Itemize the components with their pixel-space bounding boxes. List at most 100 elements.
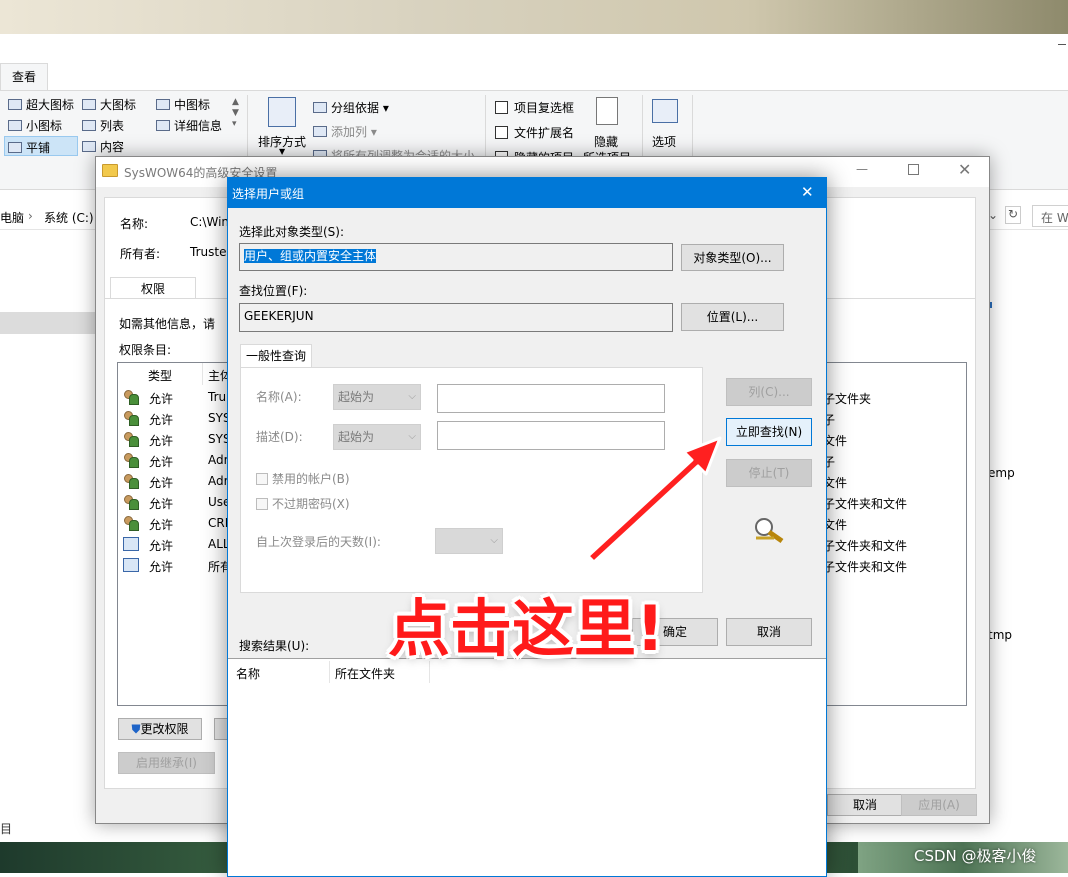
large-icons-icon [82,99,96,110]
checkbox-icon [256,473,268,485]
entries-label: 权限条目: [119,343,172,357]
description-label: 描述(D): [256,430,303,444]
search-results-list[interactable]: 名称 所在文件夹 [228,658,826,876]
row-type: 允许 [149,560,174,574]
sort-by-arrow-icon: ▼ [279,147,286,156]
stop-button[interactable]: 停止(T) [726,459,812,487]
results-col-name[interactable]: 名称 [236,665,260,682]
breadcrumb-pc[interactable]: 电脑 [0,209,24,226]
close-icon[interactable]: ✕ [801,183,814,201]
columns-button[interactable]: 列(C)... [726,378,812,406]
layout-details[interactable]: 详细信息 [156,117,222,134]
add-columns-button[interactable]: 添加列 ▾ [313,123,377,140]
object-type-label: 选择此对象类型(S): [239,225,345,239]
options-icon [652,99,678,123]
user-icon [123,453,139,468]
row-type: 允许 [149,476,174,490]
group-icon [123,558,139,572]
row-applies-to: 子文件夹和文件 [823,560,908,574]
file-extensions-toggle[interactable]: 文件扩展名 [495,124,574,141]
hide-selected-button[interactable]: 隐藏 [594,133,618,150]
owner-label: 所有者: [120,247,161,261]
user-icon [123,432,139,447]
tab-view[interactable]: 查看 [0,63,48,90]
row-principal: Adr [208,453,229,467]
row-applies-to: 子文件夹 [823,392,872,406]
security-apply-button[interactable]: 应用(A) [901,794,977,816]
name-input[interactable] [437,384,665,413]
object-types-button[interactable]: 对象类型(O)... [681,244,784,271]
info-text: 如需其他信息，请 [119,317,216,331]
owner-value: Truste [190,245,227,259]
add-button-partial[interactable] [214,718,228,740]
name-value: C:\Win [190,215,230,229]
days-since-logon-combo[interactable]: ⌵ [435,528,503,554]
content-icon [82,141,96,152]
row-principal: CRI [208,516,229,530]
layout-large[interactable]: 大图标 [82,96,136,113]
location-label: 查找位置(F): [239,284,308,298]
object-type-field[interactable]: 用户、组或内置安全主体 [239,243,673,271]
locations-button[interactable]: 位置(L)... [681,303,784,331]
breadcrumb-separator-icon: › [28,209,33,223]
chevron-down-icon: ⌵ [408,391,416,402]
checkbox-icon [256,498,268,510]
refresh-icon[interactable]: ↻ [1005,206,1021,224]
layout-tiles[interactable]: 平铺 [4,136,78,156]
desktop-wallpaper-top [0,0,1068,34]
layout-small[interactable]: 小图标 [8,117,62,134]
group-by-icon [313,102,327,113]
layout-extra-large[interactable]: 超大图标 [8,96,74,113]
watermark: CSDN @极客小俊 [914,847,1037,865]
security-cancel-button[interactable]: 取消 [827,794,903,816]
minimize-icon[interactable] [1058,44,1066,45]
add-columns-icon [313,126,327,137]
layout-content[interactable]: 内容 [82,138,124,155]
results-col-folder[interactable]: 所在文件夹 [335,665,395,682]
layout-medium[interactable]: 中图标 [156,96,210,113]
tab-permissions[interactable]: 权限 [110,277,196,299]
days-since-logon-label: 自上次登录后的天数(I): [256,535,381,549]
tiles-icon [8,142,22,153]
search-magnifier-icon [755,518,784,544]
row-principal: Tru [208,390,227,404]
options-button[interactable]: 选项 [652,133,676,150]
name-match-combo[interactable]: 起始为 ⌵ [333,384,421,410]
list-icon [82,120,96,131]
user-icon [123,495,139,510]
find-now-button[interactable]: 立即查找(N) [726,418,812,446]
user-icon [123,390,139,405]
nav-pane-selected-item[interactable] [0,312,95,334]
sort-by-icon [268,97,296,127]
annotation-callout: 点击这里! [388,592,665,665]
breadcrumb-drive[interactable]: 系统 (C:) [44,209,94,226]
cancel-button[interactable]: 取消 [726,618,812,646]
minimize-icon[interactable]: — [856,162,868,176]
user-icon [123,516,139,531]
disabled-accounts-checkbox[interactable]: 禁用的帐户(B) [256,470,350,487]
row-principal: Adr [208,474,229,488]
select-title-bar: 选择用户或组 ✕ [228,178,826,208]
maximize-icon[interactable] [908,164,919,175]
folder-icon [102,164,118,177]
group-icon [123,537,139,551]
object-type-value: 用户、组或内置安全主体 [244,249,377,263]
non-expiring-password-checkbox[interactable]: 不过期密码(X) [256,495,350,512]
hide-selected-icon [596,97,618,125]
item-checkboxes-toggle[interactable]: 项目复选框 [495,99,574,116]
row-type: 允许 [149,455,174,469]
enable-inheritance-button[interactable]: 启用继承(I) [118,752,215,774]
row-type: 允许 [149,434,174,448]
tab-common-queries[interactable]: 一般性查询 [240,344,312,368]
search-box[interactable]: 在 W [1032,205,1068,227]
change-permissions-button[interactable]: ⛊更改权限 [118,718,202,740]
checkbox-icon [495,101,508,114]
close-icon[interactable]: ✕ [958,160,971,179]
group-by-button[interactable]: 分组依据 ▾ [313,99,389,116]
ribbon-tab-bar: 查看 [0,34,1068,90]
layout-scroll[interactable]: ▲ ▼ ▾ [232,97,239,130]
details-icon [156,120,170,131]
description-match-combo[interactable]: 起始为 ⌵ [333,424,421,450]
col-header-type[interactable]: 类型 [148,367,172,384]
layout-list[interactable]: 列表 [82,117,124,134]
